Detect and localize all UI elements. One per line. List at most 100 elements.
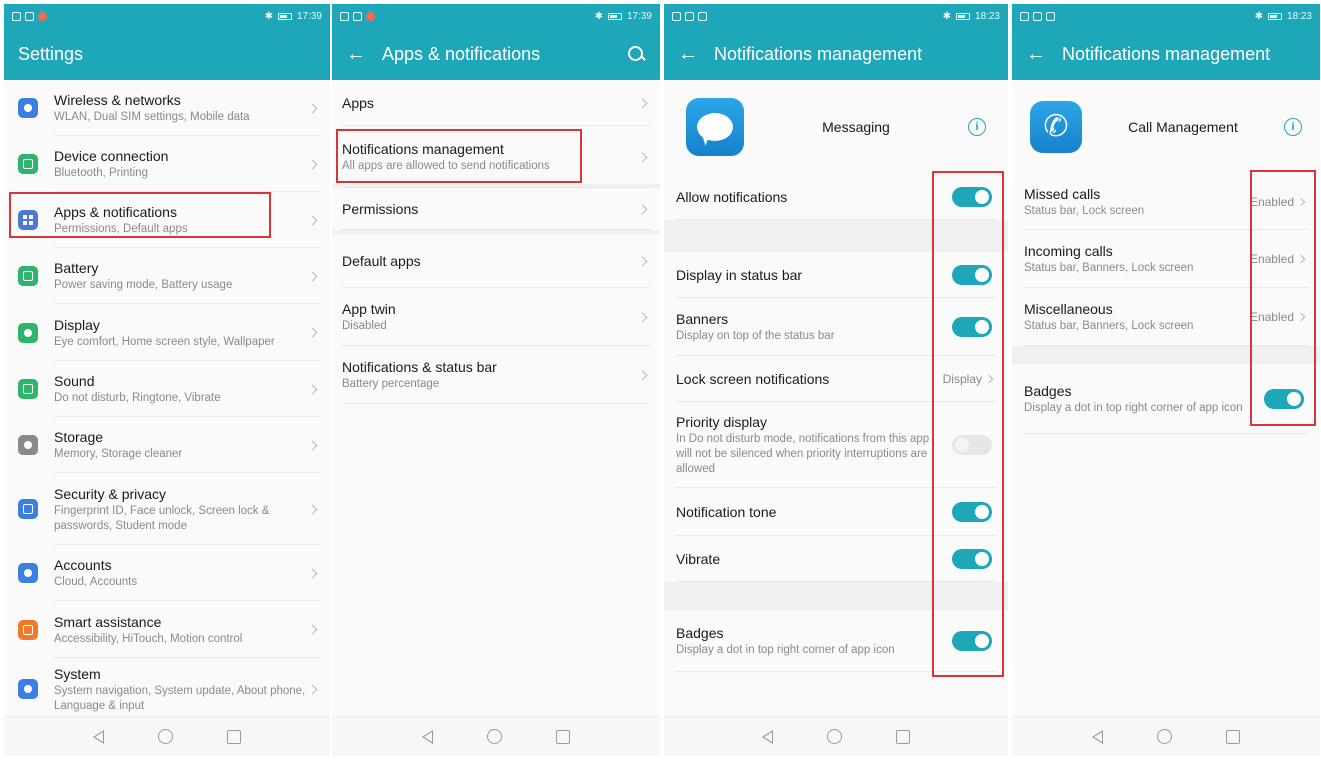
setting-value-text: Enabled	[1249, 310, 1294, 324]
setting-value[interactable]: Enabled	[1250, 252, 1306, 266]
navigation-bar	[332, 716, 660, 756]
nav-back-icon[interactable]	[762, 729, 773, 744]
setting-value[interactable]: Enabled	[1250, 195, 1306, 209]
notification-icon	[698, 11, 707, 21]
phone-icon: ✆	[1043, 110, 1069, 143]
setting-row: Notification tone	[664, 488, 1008, 536]
chevron-right-icon	[984, 374, 994, 384]
wifi-status-icon	[353, 11, 362, 21]
accounts-icon	[18, 563, 38, 583]
settings-item-subtitle: Permissions, Default apps	[54, 223, 188, 235]
settings-item-subtitle: Cloud, Accounts	[54, 576, 138, 588]
setting-value-text: Display	[942, 372, 982, 386]
menu-item[interactable]: Permissions	[332, 188, 660, 230]
menu-item[interactable]: Default apps	[332, 234, 660, 288]
nav-recent-apps-icon[interactable]	[227, 729, 241, 744]
toggle-switch[interactable]	[952, 502, 992, 522]
toggle-switch[interactable]	[952, 317, 992, 337]
menu-item[interactable]: Apps	[332, 80, 660, 126]
setting-title: Notification tone	[676, 504, 777, 520]
settings-item-subtitle: Memory, Storage cleaner	[54, 448, 183, 460]
toggle-switch[interactable]	[1264, 389, 1304, 409]
status-bar: ✱ 17:39	[332, 4, 660, 28]
sound-icon	[18, 379, 38, 399]
setting-row[interactable]: Incoming calls Status bar, Banners, Lock …	[1012, 230, 1320, 288]
back-arrow-icon[interactable]: ←	[678, 44, 698, 64]
settings-item-accounts[interactable]: Accounts Cloud, Accounts	[4, 545, 330, 601]
toggle-switch[interactable]	[952, 549, 992, 569]
alert-icon	[38, 11, 47, 21]
battery-status-icon	[607, 12, 622, 20]
setting-title: Display in status bar	[676, 267, 803, 283]
nav-home-icon[interactable]	[827, 729, 842, 744]
wifi-status-icon	[685, 11, 694, 21]
settings-item-subtitle: System navigation, System update, About …	[54, 684, 306, 712]
setting-text: Allow notifications	[676, 188, 952, 206]
nav-home-icon[interactable]	[1157, 729, 1172, 744]
nav-back-icon[interactable]	[422, 729, 433, 744]
divider	[676, 581, 996, 582]
settings-item-device-connection[interactable]: Device connection Bluetooth, Printing	[4, 136, 330, 192]
toggle-switch[interactable]	[952, 631, 992, 651]
setting-row: Badges Display a dot in top right corner …	[1012, 364, 1320, 434]
settings-item-apps[interactable]: Apps & notifications Permissions, Default…	[4, 192, 330, 248]
shield-icon	[18, 499, 38, 519]
settings-item-text: Accounts Cloud, Accounts	[54, 556, 309, 590]
menu-item-text: Apps	[342, 94, 639, 112]
toggle-switch[interactable]	[952, 435, 992, 455]
setting-row[interactable]: Miscellaneous Status bar, Banners, Lock s…	[1012, 288, 1320, 346]
nav-recent-apps-icon[interactable]	[896, 729, 910, 744]
settings-item-shield[interactable]: Security & privacy Fingerprint ID, Face u…	[4, 473, 330, 545]
divider	[1024, 433, 1308, 434]
apps-icon	[18, 210, 38, 230]
settings-item-subtitle: Eye comfort, Home screen style, Wallpape…	[54, 335, 275, 348]
settings-item-storage[interactable]: Storage Memory, Storage cleaner	[4, 417, 330, 473]
settings-item-text: Smart assistance Accessibility, HiTouch, …	[54, 613, 309, 647]
menu-item[interactable]: App twin Disabled	[332, 288, 660, 346]
settings-item-wifi[interactable]: Wireless & networks WLAN, Dual SIM settin…	[4, 80, 330, 136]
setting-subtitle: In Do not disturb mode, notifications fr…	[676, 433, 930, 475]
nav-back-icon[interactable]	[1092, 729, 1103, 744]
settings-item-hand[interactable]: Smart assistance Accessibility, HiTouch, …	[4, 601, 330, 658]
bluetooth-icon: ✱	[594, 10, 603, 22]
info-icon[interactable]: i	[1284, 118, 1302, 136]
settings-item-system[interactable]: System System navigation, System update, …	[4, 658, 330, 720]
divider	[676, 671, 996, 672]
display-icon	[18, 322, 38, 343]
nav-back-icon[interactable]	[93, 729, 104, 744]
toggle-switch[interactable]	[952, 265, 992, 285]
chevron-right-icon	[637, 204, 648, 214]
settings-item-display[interactable]: Display Eye comfort, Home screen style, W…	[4, 304, 330, 361]
toggle-switch[interactable]	[952, 187, 992, 207]
setting-row[interactable]: Lock screen notifications Display	[664, 356, 1008, 402]
apps-notifications-screen: ✱ 17:39 ← Apps & notifications Apps Notifi…	[332, 4, 660, 756]
back-arrow-icon[interactable]: ←	[1026, 44, 1046, 64]
chevron-right-icon	[307, 215, 318, 225]
chevron-right-icon	[637, 152, 648, 162]
info-icon[interactable]: i	[968, 118, 986, 136]
setting-row[interactable]: Missed calls Status bar, Lock screen Enabl…	[1012, 174, 1320, 230]
setting-value[interactable]: Enabled	[1249, 310, 1306, 324]
apps-notifications-list: Apps Notifications management All apps are…	[332, 80, 660, 716]
menu-item[interactable]: Notifications management All apps are all…	[332, 126, 660, 188]
nav-recent-apps-icon[interactable]	[556, 729, 570, 744]
icon-glyph	[23, 384, 33, 394]
status-time: 18:23	[1286, 10, 1312, 22]
settings-item-subtitle: Accessibility, HiTouch, Motion control	[54, 632, 243, 645]
status-bar: ✱ 18:23	[1012, 4, 1320, 28]
settings-item-sound[interactable]: Sound Do not disturb, Ringtone, Vibrate	[4, 361, 330, 417]
setting-value[interactable]: Display	[942, 372, 994, 386]
settings-item-text: Battery Power saving mode, Battery usage	[54, 259, 309, 293]
menu-item[interactable]: Notifications & status bar Battery percen…	[332, 346, 660, 404]
menu-item-title: Permissions	[342, 201, 419, 217]
setting-text: Display in status bar	[676, 266, 952, 284]
search-icon[interactable]	[626, 44, 646, 64]
settings-item-battery[interactable]: Battery Power saving mode, Battery usage	[4, 248, 330, 304]
settings-item-title: Storage	[54, 429, 104, 445]
nav-recent-apps-icon[interactable]	[1226, 729, 1240, 744]
nav-home-icon[interactable]	[487, 729, 502, 744]
notification-icon	[1046, 11, 1055, 21]
back-arrow-icon[interactable]: ←	[346, 44, 366, 64]
icon-glyph	[23, 271, 33, 281]
nav-home-icon[interactable]	[158, 729, 173, 744]
